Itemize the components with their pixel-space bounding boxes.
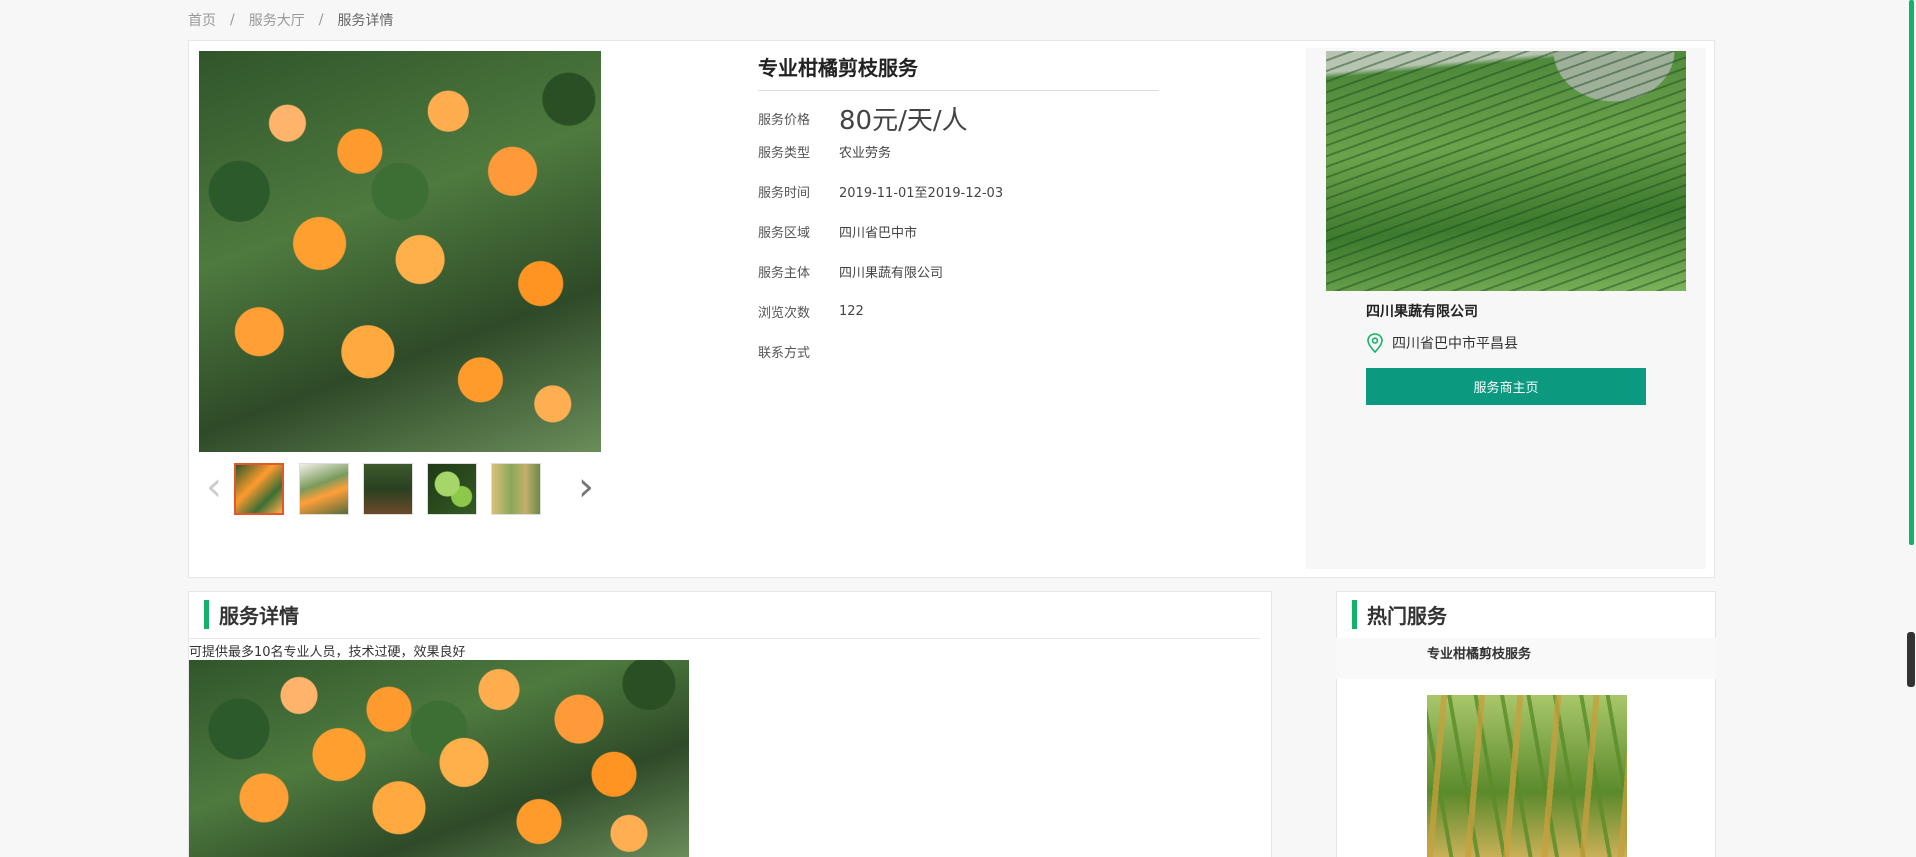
info-row-type: 服务类型 农业劳务 (758, 142, 891, 161)
provider-name: 四川果蔬有限公司 (1366, 304, 1478, 320)
info-row-provider: 服务主体 四川果蔬有限公司 (758, 262, 943, 281)
rice-field-image (1427, 695, 1627, 857)
carousel-prev-icon[interactable]: ‹ (199, 467, 229, 510)
info-row-time: 服务时间 2019-11-01至2019-12-03 (758, 182, 1003, 201)
info-row-contact: 联系方式 (758, 342, 839, 361)
type-value: 农业劳务 (839, 146, 892, 161)
type-label: 服务类型 (758, 146, 811, 161)
views-value: 122 (839, 304, 864, 319)
orange-tree-image (199, 51, 601, 452)
heading-accent-bar (1352, 600, 1357, 629)
provider-value: 四川果蔬有限公司 (839, 266, 944, 281)
contact-label: 联系方式 (758, 346, 811, 361)
detail-divider (188, 638, 1260, 639)
thumbnail-2[interactable] (299, 463, 349, 515)
price-label: 服务价格 (758, 113, 811, 128)
info-row-views: 浏览次数 122 (758, 302, 864, 321)
provider-homepage-button[interactable]: 服务商主页 (1366, 368, 1646, 405)
detail-photo (189, 660, 689, 857)
thumbnail-3[interactable] (363, 463, 413, 515)
info-row-region: 服务区域 四川省巴中市 (758, 222, 917, 241)
hot-heading-text: 热门服务 (1367, 604, 1447, 628)
hot-heading: 热门服务 (1352, 600, 1447, 629)
detail-description: 可提供最多10名专业人员，技术过硬，效果良好 (189, 645, 466, 660)
provider-address-text: 四川省巴中市平昌县 (1392, 336, 1518, 352)
breadcrumb: 首页 / 服务大厅 / 服务详情 (188, 9, 393, 31)
tea-terrace-image (1326, 51, 1686, 291)
provider-photo (1326, 51, 1686, 291)
provider-label: 服务主体 (758, 266, 811, 281)
thumbnail-carousel: ‹ › (199, 462, 601, 517)
time-value: 2019-11-01至2019-12-03 (839, 186, 1004, 201)
breadcrumb-hall-link[interactable]: 服务大厅 (249, 10, 305, 30)
breadcrumb-separator: / (230, 12, 235, 28)
hot-item-photo[interactable] (1427, 695, 1627, 857)
breadcrumb-separator: / (318, 12, 324, 28)
hot-item-title[interactable]: 专业柑橘剪枝服务 (1427, 643, 1531, 662)
time-label: 服务时间 (758, 186, 811, 201)
thumbnail-4[interactable] (427, 463, 477, 515)
scrollbar-accent (1909, 0, 1914, 545)
breadcrumb-home-link[interactable]: 首页 (188, 10, 216, 30)
detail-heading: 服务详情 (204, 600, 299, 629)
region-value: 四川省巴中市 (839, 226, 918, 241)
price-value: 80元/天/人 (839, 106, 968, 136)
title-divider (758, 90, 1159, 91)
views-label: 浏览次数 (758, 306, 811, 321)
scrollbar-thumb[interactable] (1907, 632, 1915, 687)
service-main-photo (199, 51, 601, 452)
breadcrumb-current: 服务详情 (337, 13, 394, 29)
region-label: 服务区域 (758, 226, 811, 241)
detail-heading-text: 服务详情 (219, 604, 299, 628)
carousel-next-icon[interactable]: › (571, 467, 601, 510)
location-pin-icon (1367, 333, 1383, 353)
thumbnail-1[interactable] (234, 463, 284, 515)
info-row-price: 服务价格 80元/天/人 (758, 100, 968, 137)
provider-address: 四川省巴中市平昌县 (1366, 333, 1518, 353)
service-title: 专业柑橘剪枝服务 (758, 56, 918, 80)
thumbnail-5[interactable] (491, 463, 541, 515)
orange-tree-image (189, 660, 689, 857)
heading-accent-bar (204, 600, 209, 629)
